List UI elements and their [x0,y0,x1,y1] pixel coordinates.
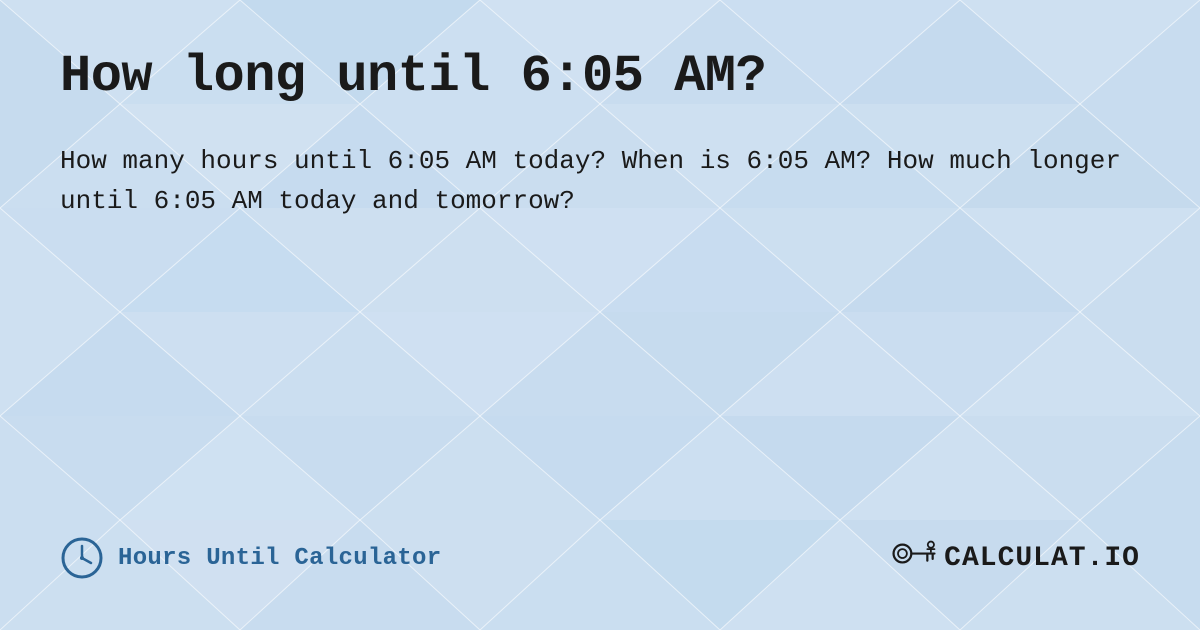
clock-icon [60,536,104,580]
logo-icon [890,539,938,577]
page-description: How many hours until 6:05 AM today? When… [60,141,1140,222]
footer-left: Hours Until Calculator [60,536,441,580]
footer: Hours Until Calculator CALCULAT.IO [60,536,1140,590]
footer-calculator-label: Hours Until Calculator [118,545,441,572]
logo-text: CALCULAT.IO [944,543,1140,574]
logo: CALCULAT.IO [890,539,1140,577]
page-title: How long until 6:05 AM? [60,48,1140,105]
